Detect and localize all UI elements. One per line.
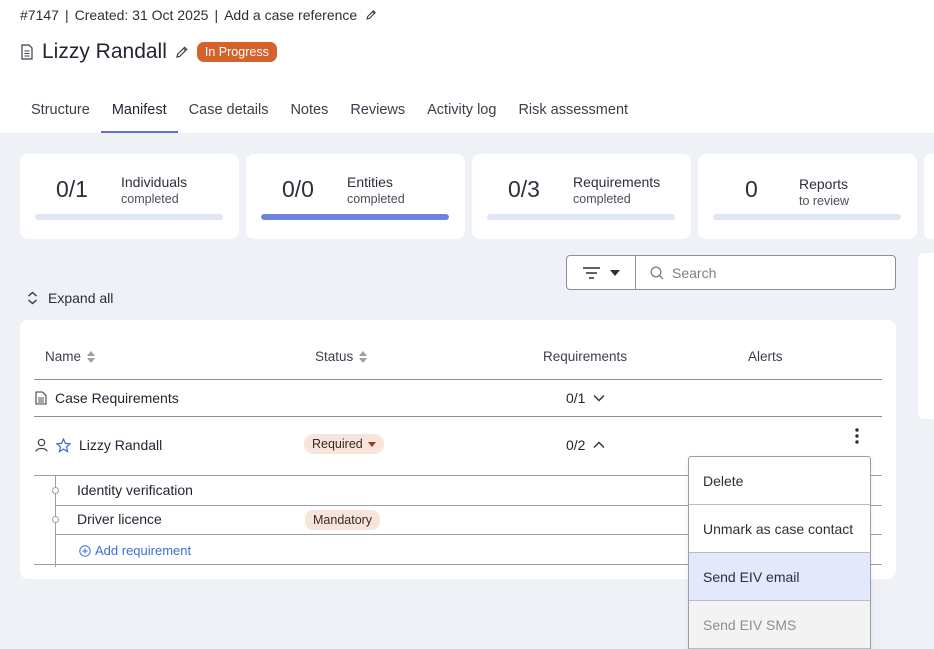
summary-card-individuals[interactable]: 0/1 Individuals completed [20,154,239,239]
card-label: Entities completed [347,174,405,206]
tab-bar: Structure Manifest Case details Notes Re… [20,90,639,133]
mandatory-badge: Mandatory [305,510,381,530]
caret-down-icon [609,269,620,276]
column-header-status[interactable]: Status [315,349,368,364]
caret-down-icon [367,441,376,447]
person-row[interactable]: Lizzy Randall [35,437,162,453]
status-dropdown[interactable]: Required [304,434,384,454]
filter-icon [582,266,600,279]
separator: | [214,7,219,23]
menu-item-send-eiv-email[interactable]: Send EIV email [689,553,870,601]
search-icon [650,266,664,279]
case-requirements-label: Case Requirements [55,390,179,406]
expand-chevrons-icon [28,291,37,305]
menu-item-delete[interactable]: Delete [689,457,870,505]
expand-all-button[interactable]: Expand all [26,290,113,306]
tab-structure[interactable]: Structure [20,90,101,133]
case-requirements-count[interactable]: 0/1 [566,390,605,406]
tab-case-details[interactable]: Case details [178,90,280,133]
search-input[interactable] [672,264,882,281]
case-id: #7147 [20,7,59,23]
plus-circle-icon [79,544,91,557]
star-icon[interactable] [56,437,71,453]
menu-item-send-eiv-sms: Send EIV SMS [689,601,870,649]
chevron-down-icon [593,395,605,402]
document-icon [21,44,33,60]
card-sub: completed [573,192,631,206]
row-divider [34,416,882,417]
tree-node [52,487,59,494]
tab-activity-log[interactable]: Activity log [416,90,507,133]
row-actions-kebab-icon[interactable] [848,426,866,446]
separator: | [64,7,69,23]
pencil-icon[interactable] [365,9,377,21]
case-meta-bar: #7147 | Created: 31 Oct 2025 | Add a cas… [20,7,377,23]
sub-item-identity-verification[interactable]: Identity verification [77,482,193,498]
card-label: Requirements completed [573,174,661,206]
column-header-alerts: Alerts [748,349,783,364]
person-requirements-count[interactable]: 0/2 [566,437,605,453]
side-panel-overflow [918,253,934,419]
progress-bar [35,214,223,220]
summary-card-requirements[interactable]: 0/3 Requirements completed [472,154,691,239]
menu-item-unmark-case-contact[interactable]: Unmark as case contact [689,505,870,553]
card-count: 0/1 [56,176,88,202]
summary-card-overflow [924,154,934,239]
card-count: 0 [745,176,758,202]
progress-fill [261,214,449,220]
column-header-name[interactable]: Name [45,349,96,364]
progress-bar [487,214,675,220]
column-header-requirements: Requirements [543,349,628,364]
card-sub: to review [799,194,850,208]
card-label: Reports to review [799,176,850,208]
filter-button[interactable] [566,255,636,290]
summary-card-reports[interactable]: 0 Reports to review [698,154,917,239]
status-badge: In Progress [196,42,277,62]
card-label: Individuals completed [121,174,188,206]
tab-risk-assessment[interactable]: Risk assessment [507,90,639,133]
created-date: Created: 31 Oct 2025 [74,7,209,23]
chevron-up-icon [593,441,605,448]
add-case-reference-link[interactable]: Add a case reference [224,7,357,23]
tab-manifest[interactable]: Manifest [100,90,178,133]
card-sub: completed [121,192,179,206]
tab-reviews[interactable]: Reviews [339,90,416,133]
header-divider [34,379,882,380]
page-title: Lizzy Randall [42,40,167,63]
card-count: 0/3 [508,176,540,202]
person-name: Lizzy Randall [79,437,163,453]
sort-icon [359,350,368,363]
tab-notes[interactable]: Notes [279,90,339,133]
case-requirements-row[interactable]: Case Requirements [35,390,179,406]
person-icon [35,438,48,452]
card-sub: completed [347,192,405,206]
progress-bar [261,214,449,220]
sort-icon [87,350,96,363]
case-title-row: Lizzy Randall In Progress [20,40,277,64]
row-context-menu: Delete Unmark as case contact Send EIV e… [688,456,871,649]
document-icon [35,391,47,405]
summary-card-entities[interactable]: 0/0 Entities completed [246,154,465,239]
progress-bar [713,214,901,220]
card-count: 0/0 [282,176,314,202]
edit-name-pencil-icon[interactable] [175,45,189,59]
expand-all-label: Expand all [48,290,114,306]
add-requirement-link[interactable]: Add requirement [79,543,191,558]
sub-item-driver-licence[interactable]: Driver licence [77,511,162,527]
search-box[interactable] [635,255,896,290]
tree-node [52,516,59,523]
